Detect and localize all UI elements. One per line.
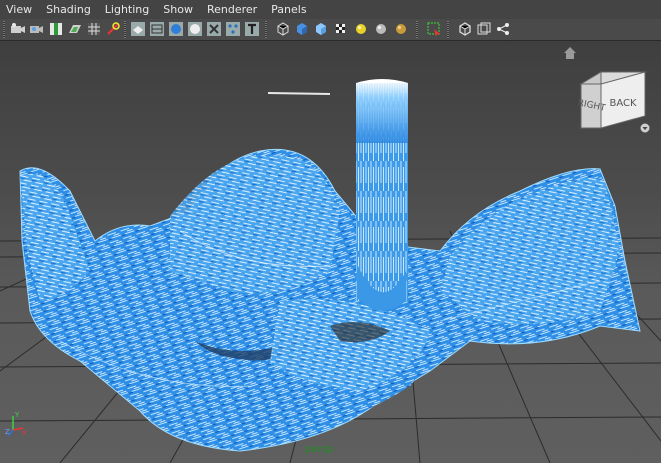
viewcube-back-label: BACK (609, 98, 637, 109)
menu-panels[interactable]: Panels (264, 0, 313, 19)
viewcube-menu-icon[interactable] (640, 123, 650, 133)
smooth-shade-icon[interactable] (168, 21, 184, 37)
fluid-emitter-column (356, 79, 408, 311)
toolbar-separator (124, 21, 126, 38)
menu-shading[interactable]: Shading (39, 0, 98, 19)
xray-icon[interactable] (206, 21, 222, 37)
resolution-gate-icon[interactable] (130, 21, 146, 37)
textured-icon[interactable] (244, 21, 260, 37)
toolbar-separator (265, 21, 267, 38)
toolbar-separator (416, 21, 418, 38)
select-camera-icon[interactable] (10, 21, 26, 37)
camera-name-label: persp (305, 444, 334, 455)
bookmarks-icon[interactable] (48, 21, 64, 37)
emitter-line (267, 92, 331, 95)
graph-editor-icon[interactable] (495, 21, 511, 37)
axis-z-label: Z (5, 428, 10, 436)
menu-lighting[interactable]: Lighting (98, 0, 156, 19)
grid-icon[interactable] (86, 21, 102, 37)
toolbar-separator (447, 21, 449, 38)
panel-toolbar (0, 19, 661, 41)
shadows-icon[interactable] (393, 21, 409, 37)
menu-show[interactable]: Show (156, 0, 200, 19)
smooth-all-icon[interactable] (294, 21, 310, 37)
menu-renderer[interactable]: Renderer (200, 0, 264, 19)
isolate-select-icon[interactable] (426, 21, 442, 37)
xray-joints-icon[interactable] (225, 21, 241, 37)
maya-viewport-panel: View Shading Lighting Show Renderer Pane… (0, 0, 661, 463)
bounding-box-icon[interactable] (313, 21, 329, 37)
axis-y-label: Y (14, 411, 20, 419)
checker-texture-icon[interactable] (333, 21, 349, 37)
image-plane-icon[interactable] (67, 21, 83, 37)
axis-gizmo: Y X Z (5, 411, 27, 437)
home-icon[interactable] (563, 46, 577, 60)
3d-viewport[interactable]: RIGHT BACK Y X Z persp (0, 41, 661, 463)
scene-canvas[interactable] (0, 41, 661, 463)
two-sided-lighting-icon[interactable] (373, 21, 389, 37)
axis-x-label: X (22, 429, 27, 437)
wireframe-icon[interactable] (149, 21, 165, 37)
panel-menubar: View Shading Lighting Show Renderer Pane… (0, 0, 661, 20)
use-all-lights-icon[interactable] (353, 21, 369, 37)
toolbar-separator (3, 21, 5, 38)
wireframe-on-shaded-icon[interactable] (275, 21, 291, 37)
film-gate-icon[interactable] (105, 21, 121, 37)
default-material-icon[interactable] (187, 21, 203, 37)
menu-view[interactable]: View (0, 0, 39, 19)
camera-attributes-icon[interactable] (29, 21, 45, 37)
fluid-simulation-mesh (19, 148, 641, 452)
component-display-icon[interactable] (457, 21, 473, 37)
view-cube[interactable]: RIGHT BACK (573, 66, 653, 146)
panel-layout-icon[interactable] (476, 21, 492, 37)
